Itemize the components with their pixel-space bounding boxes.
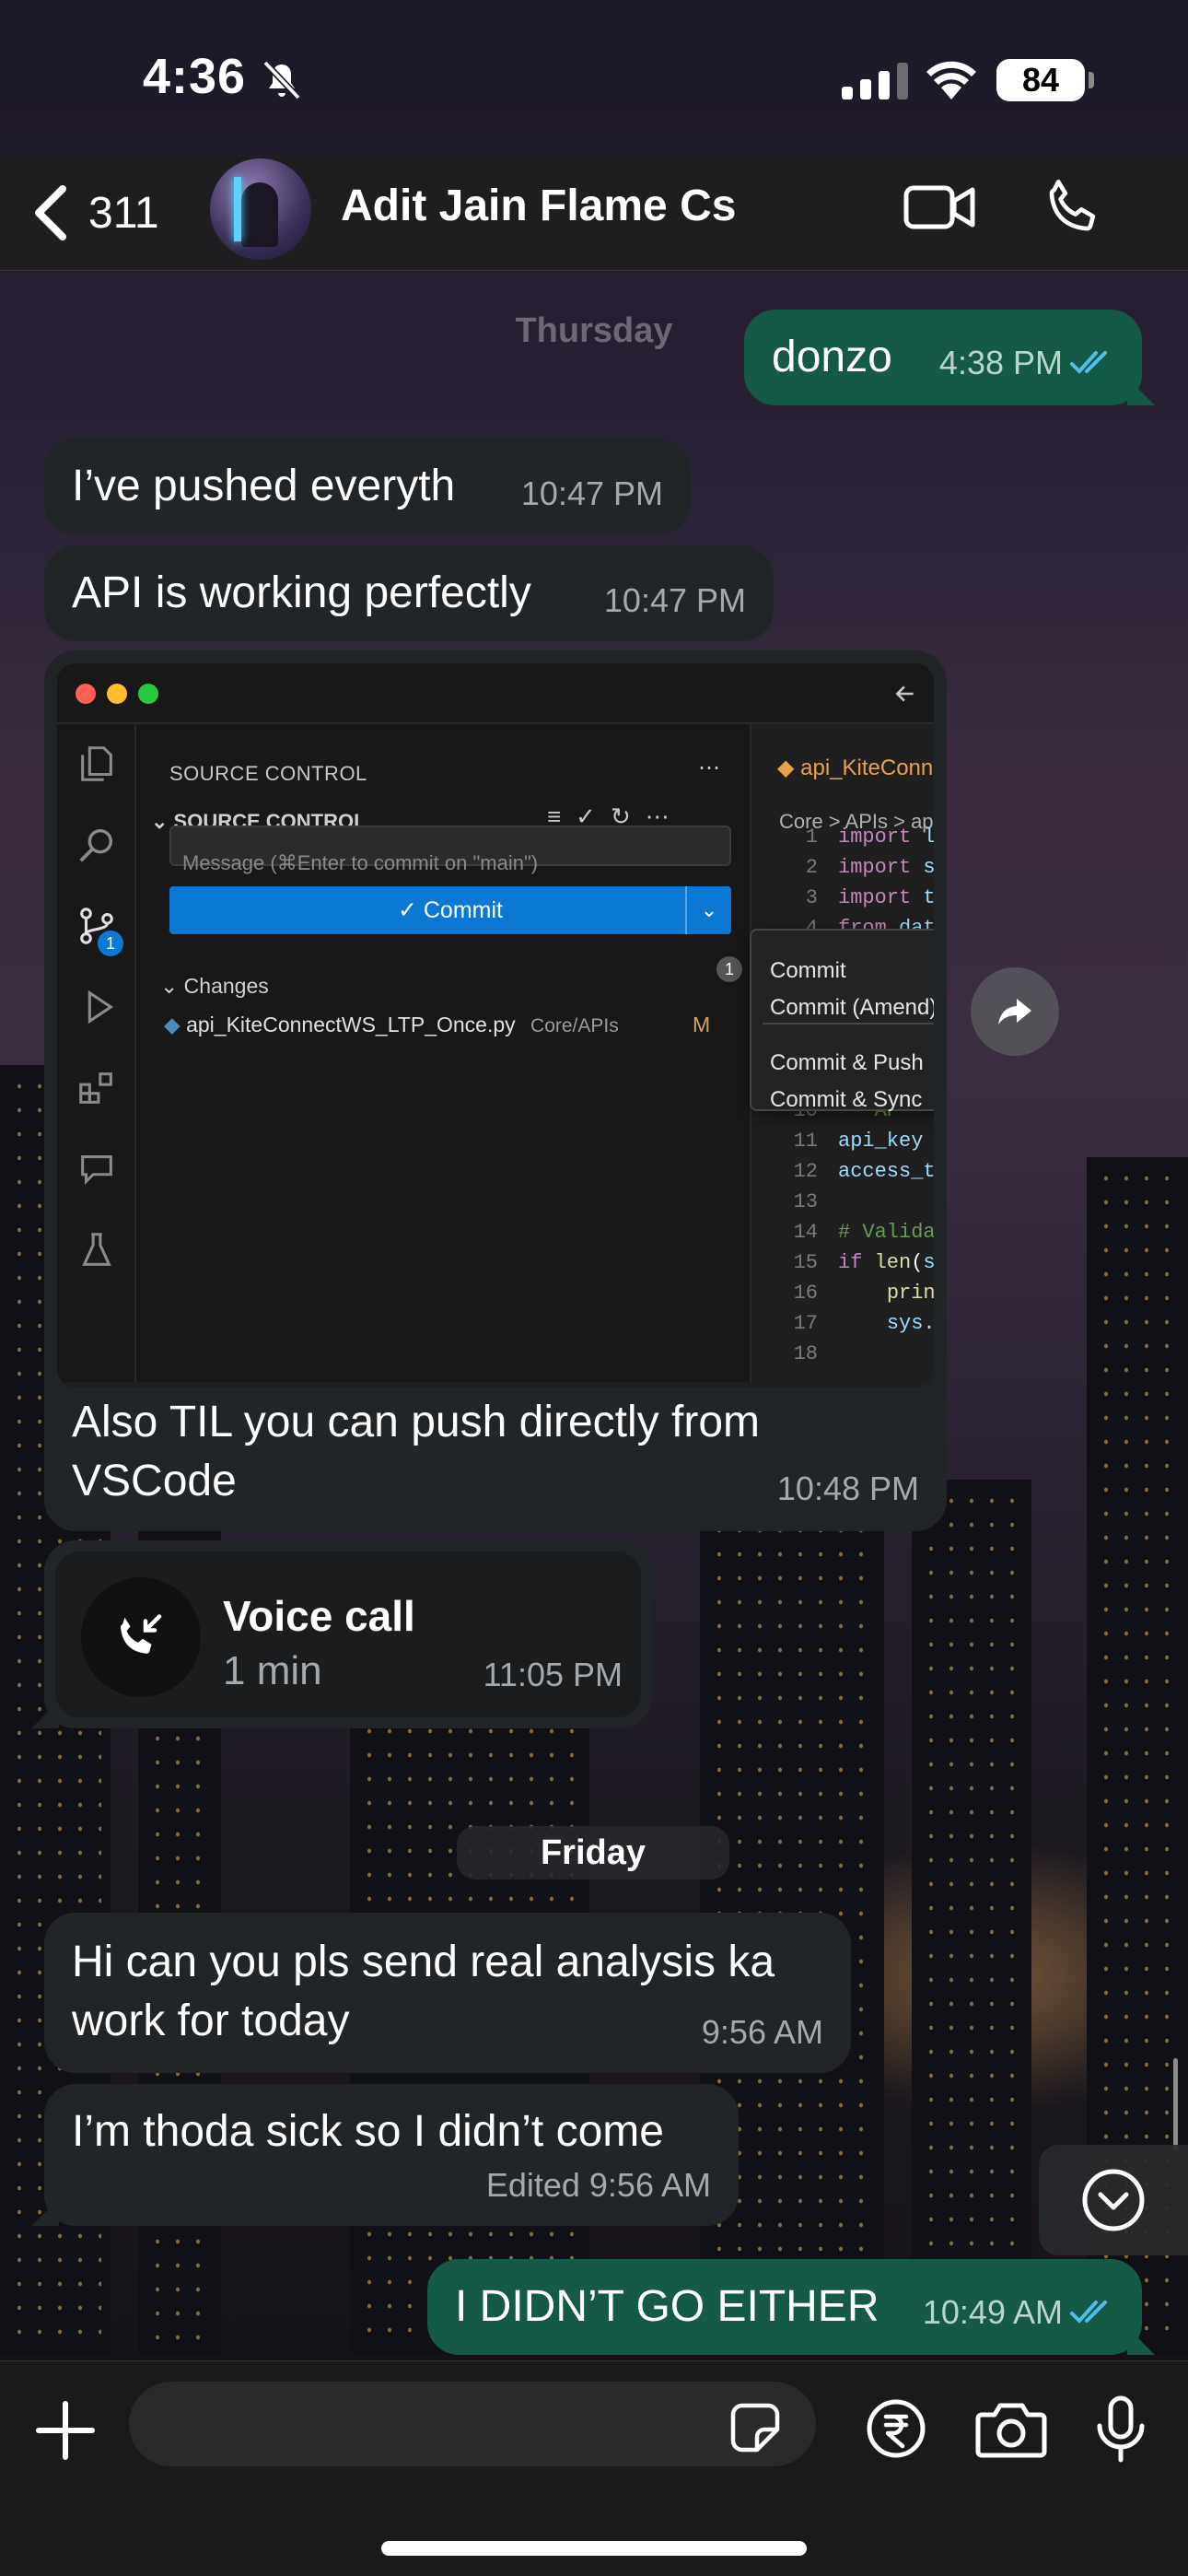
run-debug-icon: [87, 989, 114, 1025]
share-arrow-icon: [998, 999, 1031, 1025]
status-bar: 4:36 84: [0, 0, 1188, 157]
chevron-left-icon: [35, 185, 66, 240]
rupee-icon[interactable]: [866, 2398, 926, 2459]
chat-icon: [81, 1155, 112, 1186]
voice-call-message[interactable]: Voice call 1 min 11:05 PM: [44, 1540, 652, 1728]
voice-call-duration: 1 min: [223, 1648, 322, 1693]
message-input[interactable]: [129, 2382, 816, 2466]
message-text: I’m thoda sick so I didn’t come: [72, 2107, 664, 2156]
commit-button[interactable]: ✓ Commit ⌄: [169, 886, 731, 934]
message-text: I’ve pushed everyth: [72, 462, 456, 510]
contact-name[interactable]: Adit Jain Flame Cs: [341, 181, 736, 231]
message-incoming[interactable]: API is working perfectly 10:47 PM: [44, 545, 774, 641]
changed-file-row[interactable]: ◆ api_KiteConnectWS_LTP_Once.py Core/API…: [164, 995, 710, 1056]
commit-message-input[interactable]: Message (⌘Enter to commit on "main"): [169, 825, 731, 874]
screenshot-image[interactable]: 1 SOURCE CONTROL ⋯ ⌄ SOURCE CONTROL ≡✓↻⋯…: [57, 663, 934, 1388]
message-outgoing[interactable]: donzo 4:38 PM: [744, 310, 1142, 405]
activity-bar: 1: [57, 724, 136, 1382]
testing-icon: [82, 1233, 111, 1266]
arrow-left-icon: [895, 685, 914, 702]
more-icon: ⋯: [698, 755, 720, 780]
avatar[interactable]: [210, 158, 311, 260]
message-time: 10:49 AM: [922, 2293, 1063, 2331]
menu-item-commit-sync[interactable]: Commit & Sync: [770, 1071, 922, 1130]
double-check-icon: [1070, 351, 1107, 374]
message-time: 10:47 PM: [603, 581, 746, 619]
message-time: 11:05 PM: [483, 1656, 623, 1693]
home-indicator[interactable]: [381, 2541, 807, 2556]
phone-arrow-icon: [121, 1614, 162, 1654]
message-incoming[interactable]: I’ve pushed everyth 10:47 PM: [44, 439, 691, 534]
message-time: Edited 9:56 AM: [485, 2166, 711, 2204]
unread-count: 311: [88, 188, 159, 238]
plus-icon[interactable]: [33, 2398, 98, 2463]
signal-icon: [842, 63, 908, 100]
editor-tab[interactable]: ◆ api_KiteConnectW: [751, 724, 934, 779]
double-check-icon: [1070, 2301, 1107, 2324]
bell-slash-icon: [262, 60, 301, 100]
voice-call-title: Voice call: [223, 1592, 415, 1640]
incoming-call-icon: [81, 1577, 201, 1697]
scrollbar[interactable]: [1173, 2058, 1178, 2150]
extensions-icon: [79, 1072, 112, 1104]
sticker-icon[interactable]: [729, 2402, 781, 2453]
status-time: 4:36: [143, 49, 247, 104]
search-icon: [79, 828, 113, 862]
wifi-icon: [926, 61, 976, 100]
python-icon: ◆: [164, 1013, 181, 1036]
message-incoming[interactable]: I’m thoda sick so I didn’t come Edited 9…: [44, 2084, 739, 2226]
menu-divider: [763, 1023, 934, 1025]
menu-item-commit-amend[interactable]: Commit (Amend): [770, 978, 934, 1037]
scm-badge: 1: [98, 931, 123, 956]
date-separator: Thursday: [515, 311, 673, 350]
message-meta: 4:38 PM: [939, 334, 1118, 392]
window-titlebar: [57, 663, 934, 724]
video-camera-icon[interactable]: [903, 175, 976, 240]
chat-header: 311 Adit Jain Flame Cs: [0, 157, 1188, 271]
camera-icon[interactable]: [974, 2400, 1048, 2459]
minimize-dot: [107, 684, 127, 704]
microphone-icon[interactable]: [1090, 2395, 1151, 2463]
scroll-to-bottom-button[interactable]: [1039, 2145, 1188, 2255]
back-button[interactable]: 311: [29, 181, 177, 245]
chevron-down-circle-icon: [1082, 2169, 1145, 2231]
chevron-down-icon[interactable]: ⌄: [685, 886, 731, 934]
message-time: 9:56 AM: [701, 2013, 823, 2051]
battery-icon: 84: [996, 59, 1094, 101]
voice-call-card[interactable]: Voice call 1 min 11:05 PM: [55, 1551, 641, 1717]
message-time: 4:38 PM: [938, 344, 1063, 381]
message-outgoing[interactable]: I DIDN’T GO EITHER 10:49 AM: [427, 2259, 1142, 2355]
close-dot: [76, 684, 96, 704]
message-time: 10:48 PM: [776, 1469, 919, 1507]
message-time: 10:47 PM: [520, 474, 663, 512]
message-image[interactable]: 1 SOURCE CONTROL ⋯ ⌄ SOURCE CONTROL ≡✓↻⋯…: [44, 650, 947, 1531]
forward-button[interactable]: [971, 967, 1059, 1056]
maximize-dot: [138, 684, 158, 704]
message-incoming[interactable]: Hi can you pls send real analysis ka wor…: [44, 1913, 851, 2073]
files-icon: [81, 746, 112, 781]
building: [912, 1480, 1031, 2355]
date-separator: Friday: [457, 1826, 729, 1879]
changes-count: 1: [716, 956, 742, 982]
message-meta: 10:49 AM: [923, 2283, 1118, 2342]
message-text: donzo: [772, 333, 892, 381]
message-text: I DIDN’T GO EITHER: [455, 2282, 879, 2331]
source-control-panel: SOURCE CONTROL ⋯ ⌄ SOURCE CONTROL ≡✓↻⋯ M…: [136, 724, 750, 1382]
message-text: API is working perfectly: [72, 568, 531, 617]
phone-icon[interactable]: [1041, 175, 1105, 240]
commit-dropdown-menu: Commit Commit (Amend) Commit & Push Comm…: [750, 929, 934, 1112]
